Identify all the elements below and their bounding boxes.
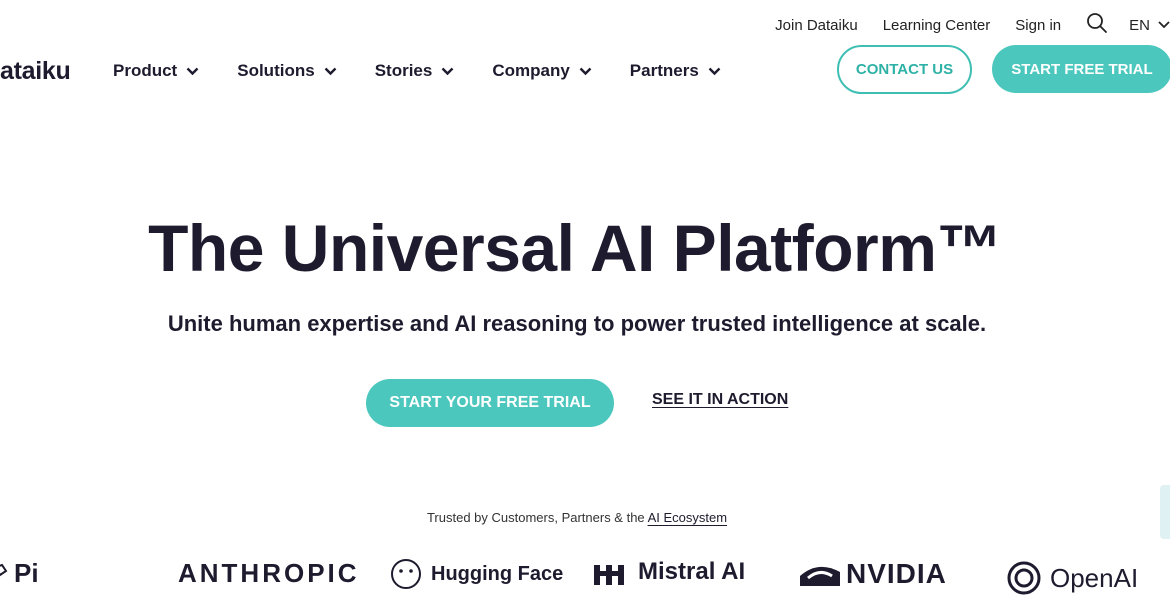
- partner-logo-hugging-face: Hugging Face: [390, 558, 563, 590]
- partner-logo-anthropic: ANTHROPIC: [178, 558, 360, 589]
- utility-bar: Join Dataiku Learning Center Sign in EN: [775, 12, 1170, 36]
- chevron-down-icon: [1158, 21, 1170, 29]
- mistral-icon: [594, 565, 624, 585]
- hero-title: The Universal AI Platform™: [148, 211, 1002, 285]
- trusted-by-text: Trusted by Customers, Partners & the AI …: [0, 510, 1154, 525]
- ai-ecosystem-link[interactable]: AI Ecosystem: [648, 510, 727, 525]
- chevron-down-icon: [708, 67, 721, 75]
- side-tab[interactable]: [1160, 485, 1170, 539]
- partner-logo-openai: OpenAI: [1004, 558, 1138, 598]
- chevron-down-icon: [579, 67, 592, 75]
- hugging-face-icon: [391, 559, 421, 589]
- partner-logo-mistral: Mistral AI: [594, 558, 745, 586]
- sign-in-link[interactable]: Sign in: [1015, 17, 1061, 34]
- openai-knot-icon: [1007, 561, 1041, 595]
- nav-item-company[interactable]: Company: [492, 61, 592, 81]
- chevron-down-icon: [441, 67, 454, 75]
- partner-logo-pi: Pi: [0, 558, 39, 589]
- nav-item-label: Product: [113, 61, 178, 80]
- nav-item-label: Partners: [629, 61, 699, 80]
- partner-logo-label: Mistral AI: [638, 558, 746, 585]
- contact-us-button[interactable]: CONTACT US: [837, 45, 972, 94]
- nav-item-solutions[interactable]: Solutions: [237, 61, 337, 81]
- hero-subtitle: Unite human expertise and AI reasoning t…: [167, 311, 987, 336]
- see-it-in-action-link[interactable]: SEE IT IN ACTION: [652, 391, 788, 409]
- language-label: EN: [1129, 16, 1150, 34]
- nvidia-eye-icon: [800, 566, 840, 586]
- chevron-down-icon: [324, 67, 337, 75]
- nav-item-partners[interactable]: Partners: [630, 61, 721, 81]
- partner-logo-label: Hugging Face: [431, 562, 564, 585]
- language-selector[interactable]: EN: [1129, 17, 1170, 34]
- partner-logo-label: Pi: [14, 558, 39, 588]
- partner-logo-label: ANTHROPIC: [178, 558, 360, 588]
- start-free-trial-button[interactable]: START FREE TRIAL: [992, 45, 1170, 93]
- nav-item-label: Stories: [374, 61, 433, 80]
- join-dataiku-link[interactable]: Join Dataiku: [775, 17, 858, 34]
- nav-item-label: Solutions: [237, 61, 315, 80]
- chevron-down-icon: [186, 67, 199, 75]
- search-icon[interactable]: [1086, 12, 1108, 34]
- pi-logo-icon: [0, 563, 8, 576]
- partner-logo-label: OpenAI: [1050, 562, 1139, 593]
- nav-item-stories[interactable]: Stories: [375, 61, 455, 81]
- partner-logos: Pi ANTHROPIC Hugging Face Mistral AI NVI…: [0, 558, 1170, 595]
- dataiku-logo[interactable]: ataiku: [0, 57, 71, 86]
- nav-item-label: Company: [492, 61, 570, 80]
- learning-center-link[interactable]: Learning Center: [883, 17, 991, 34]
- partner-logo-label: NVIDIA: [846, 558, 947, 589]
- start-your-free-trial-button[interactable]: START YOUR FREE TRIAL: [366, 379, 614, 427]
- partner-logo-nvidia: NVIDIA: [798, 558, 947, 590]
- nav-item-product[interactable]: Product: [113, 61, 199, 81]
- main-nav: Product Solutions Stories Company Partne…: [113, 61, 759, 81]
- trusted-prefix: Trusted by Customers, Partners & the: [426, 510, 648, 525]
